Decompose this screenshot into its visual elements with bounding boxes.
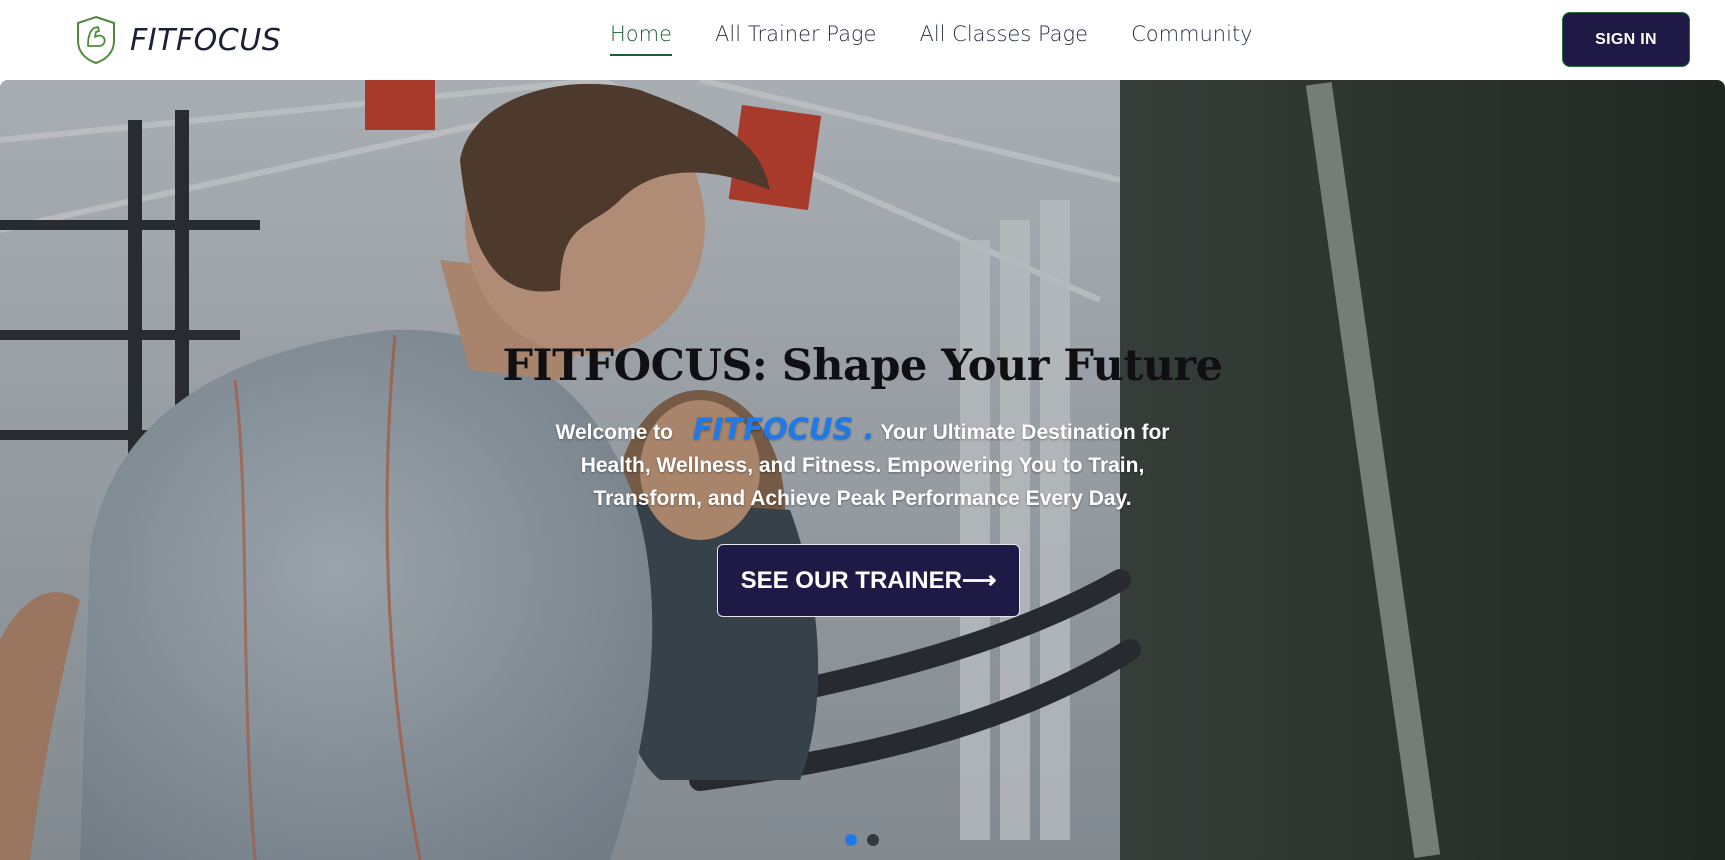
brand[interactable]: FITFOCUS (74, 14, 281, 66)
carousel-dot-1[interactable] (845, 834, 857, 846)
sign-in-button[interactable]: SIGN IN (1562, 12, 1690, 67)
carousel-indicators (845, 834, 879, 846)
flexed-arm-shield-icon (77, 15, 115, 65)
brand-name: FITFOCUS (130, 22, 282, 58)
main-nav: Home All Trainer Page All Classes Page C… (610, 22, 1253, 56)
nav-all-classes-page[interactable]: All Classes Page (919, 22, 1088, 56)
nav-community[interactable]: Community (1131, 22, 1253, 56)
hero-title: FITFOCUS: Shape Your Future (502, 340, 1223, 391)
carousel-dot-2[interactable] (867, 834, 879, 846)
nav-home[interactable]: Home (610, 22, 673, 56)
hero-banner: FITFOCUS: Shape Your Future Welcome to F… (0, 80, 1725, 860)
nav-all-trainer-page[interactable]: All Trainer Page (715, 22, 876, 56)
welcome-prefix: Welcome to (555, 421, 673, 444)
top-navbar: FITFOCUS Home All Trainer Page All Class… (0, 0, 1725, 80)
brand-inline: FITFOCUS . (692, 412, 875, 446)
hero-description: Welcome to FITFOCUS . Your Ultimate Desti… (525, 413, 1200, 515)
see-our-trainer-button[interactable]: SEE OUR TRAINER⟶ (717, 544, 1020, 617)
